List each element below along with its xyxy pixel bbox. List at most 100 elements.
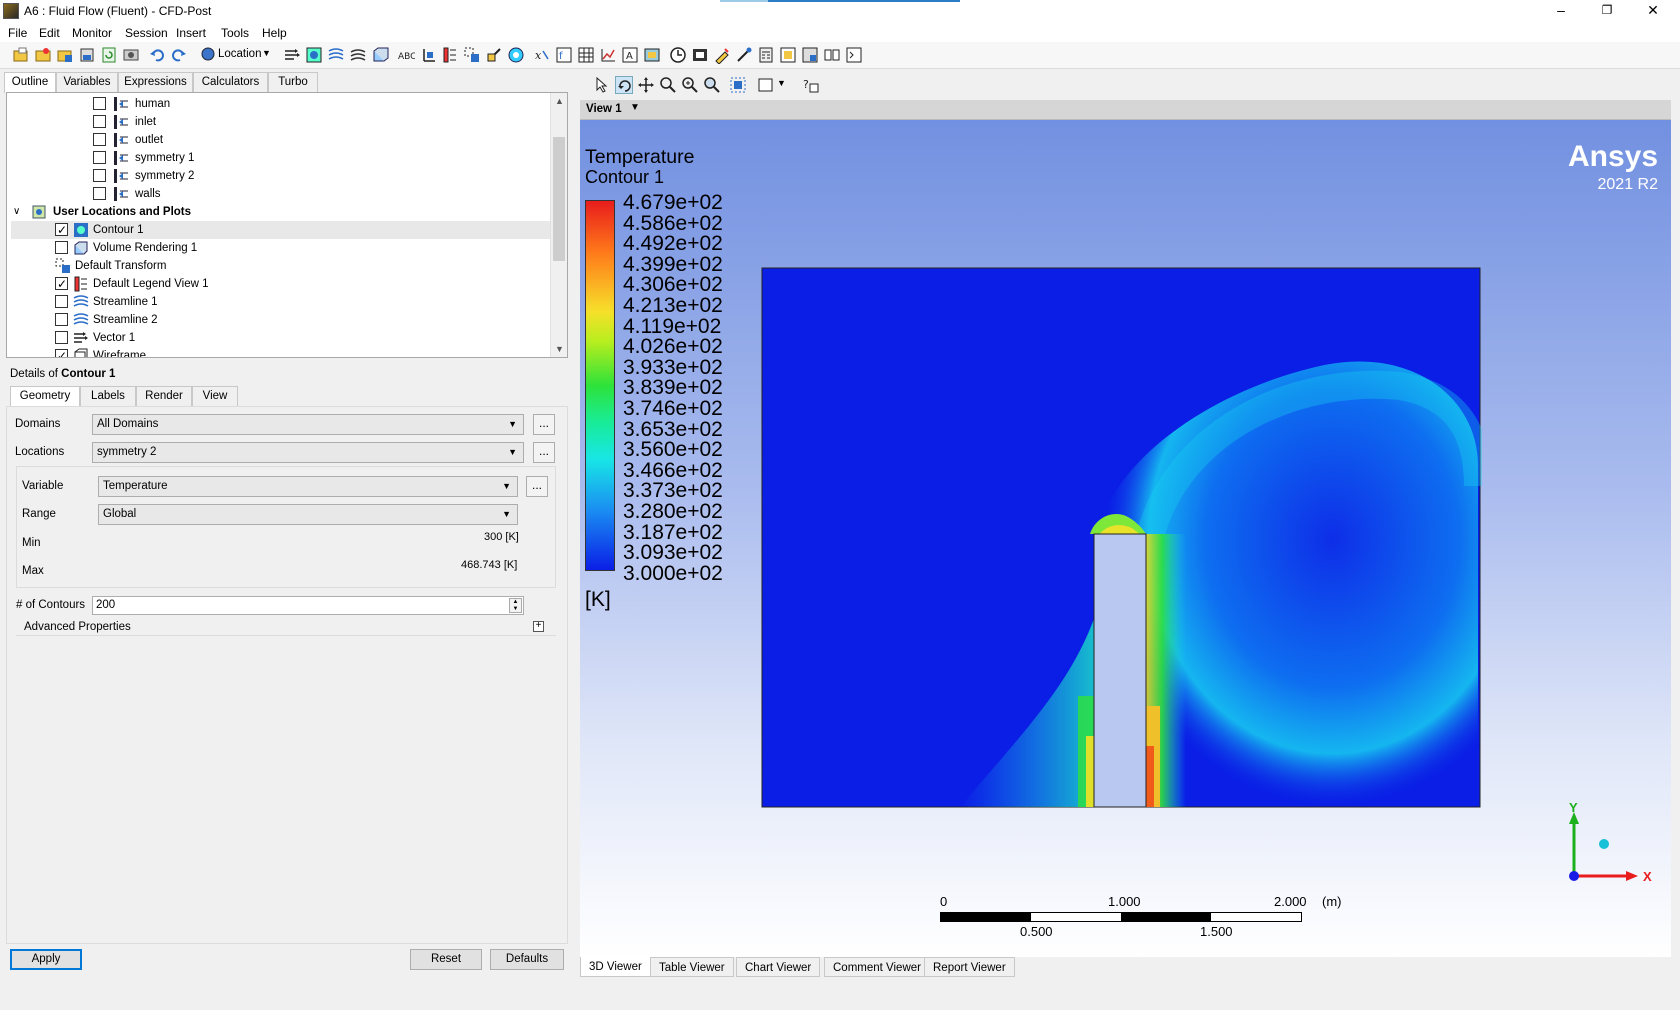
apply-button[interactable]: Apply — [10, 949, 82, 970]
animation-icon[interactable] — [691, 46, 709, 64]
view-name[interactable]: View 1 — [586, 103, 622, 115]
close-button[interactable]: ✕ — [1630, 0, 1676, 22]
vector-icon[interactable] — [283, 46, 301, 64]
coordinate-frame-icon[interactable] — [419, 46, 437, 64]
quick-editor-icon[interactable] — [713, 46, 731, 65]
reset-button[interactable]: Reset — [410, 949, 482, 970]
domains-select[interactable]: All Domains ▼ — [92, 414, 524, 435]
chart-icon[interactable] — [599, 46, 617, 64]
variable-icon[interactable]: x — [533, 46, 551, 64]
mesh-calculator-icon[interactable] — [801, 46, 819, 64]
undo-icon[interactable] — [148, 46, 166, 64]
minimize-button[interactable]: – — [1538, 0, 1584, 22]
tab-calculators[interactable]: Calculators — [193, 72, 268, 92]
volume-rendering-icon[interactable] — [371, 46, 389, 64]
pan-icon[interactable] — [637, 76, 655, 94]
legend-value: 3.187e+02 — [623, 520, 723, 544]
tab-geometry[interactable]: Geometry — [10, 386, 80, 406]
locations-select[interactable]: symmetry 2 ▼ — [92, 442, 524, 463]
range-select[interactable]: Global ▼ — [98, 504, 518, 525]
tab-view[interactable]: View — [192, 386, 238, 406]
tree-scroll-thumb[interactable] — [553, 137, 565, 261]
detach-viewer-icon[interactable]: ? — [802, 76, 820, 94]
timestep-icon[interactable] — [669, 46, 687, 64]
select-icon[interactable] — [593, 76, 611, 94]
locations-browse-button[interactable]: ... — [533, 442, 555, 463]
tab-expressions[interactable]: Expressions — [118, 72, 193, 92]
menu-tools[interactable]: Tools — [221, 26, 249, 40]
menu-insert[interactable]: Insert — [176, 26, 206, 40]
zoom-fit-icon[interactable] — [703, 76, 721, 94]
advanced-properties-row[interactable]: Advanced Properties + — [16, 618, 556, 636]
chevron-down-icon[interactable]: ∨ — [13, 203, 20, 221]
table-icon[interactable] — [577, 46, 595, 64]
max-label: Max — [22, 565, 44, 577]
tab-table-viewer[interactable]: Table Viewer — [650, 957, 734, 977]
svg-text:ABC: ABC — [398, 52, 415, 62]
variable-browse-button[interactable]: ... — [526, 476, 548, 497]
command-editor-icon[interactable] — [845, 46, 863, 64]
tab-report-viewer[interactable]: Report Viewer — [924, 957, 1015, 977]
scroll-up-icon[interactable]: ▲ — [551, 93, 567, 109]
save-state-icon[interactable] — [56, 46, 74, 64]
tab-chart-viewer[interactable]: Chart Viewer — [736, 957, 821, 977]
legend-value: 4.213e+02 — [623, 294, 723, 317]
load-results-icon[interactable] — [78, 46, 96, 64]
case-comparison-icon[interactable] — [823, 46, 841, 64]
instance-transform-icon[interactable] — [463, 46, 481, 64]
menu-help[interactable]: Help — [262, 26, 287, 40]
expression-icon[interactable]: f — [555, 46, 573, 64]
tab-turbo[interactable]: Turbo — [268, 72, 318, 92]
color-map-icon[interactable] — [507, 46, 525, 64]
clip-plane-icon[interactable] — [485, 46, 503, 64]
menu-edit[interactable]: Edit — [39, 26, 60, 40]
snapshot-icon[interactable] — [122, 46, 140, 64]
ansys-logo: Ansys — [1567, 140, 1658, 173]
zoom-icon[interactable] — [659, 76, 677, 94]
new-icon[interactable] — [12, 46, 30, 64]
function-calculator-icon[interactable] — [757, 46, 775, 64]
tab-outline[interactable]: Outline — [4, 72, 56, 93]
scroll-down-icon[interactable]: ▼ — [551, 341, 567, 357]
menu-monitor[interactable]: Monitor — [72, 26, 112, 40]
contours-input[interactable]: 200 ▲ ▼ — [92, 596, 524, 615]
streamline-icon[interactable] — [327, 46, 345, 64]
redo-icon[interactable] — [170, 46, 188, 64]
legend-value: 3.653e+02 — [623, 417, 723, 441]
scale-label-0-5: 0.500 — [1020, 924, 1053, 939]
particle-track-icon[interactable] — [349, 46, 367, 64]
min-value: 300 [K] — [484, 531, 519, 543]
legend-icon[interactable] — [441, 46, 459, 64]
tree-group-user-locations[interactable]: ∨ User Locations and Plots — [11, 203, 551, 221]
viewport-layout-dropdown[interactable]: ▼ — [757, 76, 787, 94]
tab-variables[interactable]: Variables — [56, 72, 118, 92]
tree-scrollbar[interactable]: ▲ ▼ — [550, 93, 567, 357]
zoom-box-icon[interactable] — [681, 76, 699, 94]
contour-icon[interactable] — [305, 46, 323, 64]
variable-select[interactable]: Temperature ▼ — [98, 476, 518, 497]
fit-view-icon[interactable] — [729, 76, 747, 94]
svg-text:x: x — [535, 49, 542, 62]
tab-comment-viewer[interactable]: Comment Viewer — [824, 957, 930, 977]
tree-item-contour-1[interactable]: Contour 1 — [11, 221, 551, 239]
menu-file[interactable]: File — [8, 26, 27, 40]
stepper-icon[interactable]: ▲ ▼ — [509, 598, 522, 613]
location-dropdown[interactable]: Location ▼ — [200, 46, 276, 64]
restore-button[interactable]: ❐ — [1584, 0, 1630, 22]
text-icon[interactable]: ABC — [397, 46, 416, 64]
figure-icon[interactable] — [643, 46, 661, 64]
expand-icon[interactable]: + — [533, 621, 544, 632]
comment-icon[interactable]: A — [621, 46, 639, 64]
menu-session[interactable]: Session — [125, 26, 168, 40]
refresh-icon[interactable] — [100, 46, 118, 64]
macro-calculator-icon[interactable] — [779, 46, 797, 64]
rotate-icon[interactable] — [615, 76, 633, 94]
defaults-button[interactable]: Defaults — [490, 949, 564, 970]
probe-icon[interactable] — [735, 46, 753, 64]
chevron-down-icon[interactable]: ▼ — [630, 102, 640, 113]
open-icon[interactable] — [34, 46, 52, 64]
tab-labels[interactable]: Labels — [80, 386, 136, 406]
tab-render[interactable]: Render — [136, 386, 192, 406]
tab-3d-viewer[interactable]: 3D Viewer — [580, 957, 651, 977]
domains-browse-button[interactable]: ... — [533, 414, 555, 435]
